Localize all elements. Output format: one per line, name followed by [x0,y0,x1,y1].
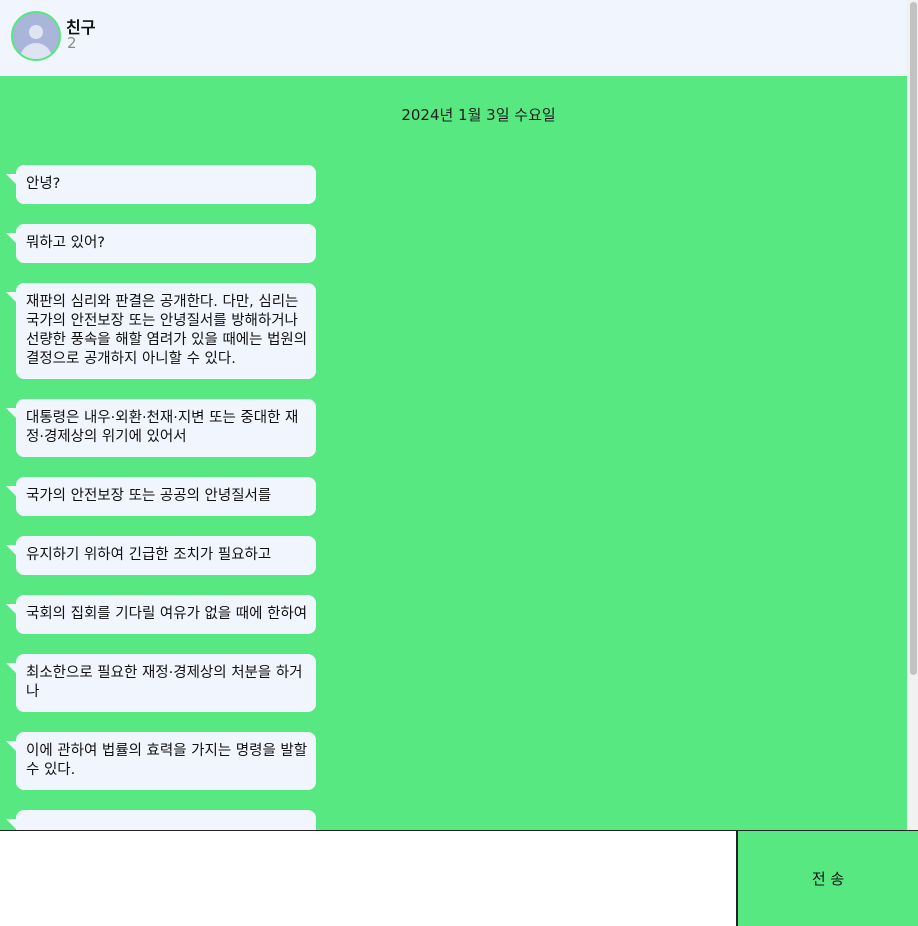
message-text: 대통령은 내우·외환·천재·지변 또는 중대한 재정·경제상의 위기에 있어서 [26,410,299,445]
bubble-tail [6,604,16,614]
avatar-head [29,25,43,39]
message-text: 국회의 집회를 기다릴 여유가 없을 때에 한하여 [26,606,308,622]
message-bubble: 재판의 심리와 판결은 공개한다. 다만, 심리는 국가의 안전보장 또는 안녕… [6,283,316,379]
message-bubble: 국가의 안전보장 또는 공공의 안녕질서를 [6,477,316,516]
message-bubble: 이에 관하여 법률의 효력을 가지는 명령을 발할 수 있다. [6,732,316,790]
bubble-tail [6,819,16,829]
message-bubble: 대통령은 내우·외환·천재·지변 또는 중대한 재정·경제상의 위기에 있어서 [6,399,316,457]
bubble-tail [6,233,16,243]
message-text: 유지하기 위하여 긴급한 조치가 필요하고 [26,547,272,563]
message-bubble: 뭐하고 있어? [6,224,316,263]
bubble-tail [6,486,16,496]
bubble-tail [6,174,16,184]
avatar-body [20,43,52,59]
date-divider: 2024년 1월 3일 수요일 [401,106,556,124]
chat-header: 친구 2 [0,0,907,76]
bubble-tail [6,663,16,673]
bubble-tail [6,408,16,418]
message-bubble: 최소한으로 필요한 재정·경제상의 처분을 하거나 [6,654,316,712]
message-bubble: 안녕? [6,165,316,204]
messages-column: 안녕? 뭐하고 있어? 재판의 심리와 판결은 공개한다. 다만, 심리는 국가… [6,165,316,830]
message-text: 재판의 심리와 판결은 공개한다. 다만, 심리는 국가의 안전보장 또는 안녕… [26,294,308,367]
message-bubble [6,810,316,830]
message-list[interactable]: 2024년 1월 3일 수요일 안녕? 뭐하고 있어? 재판의 심리와 판결은 … [0,76,907,830]
bubble-tail [6,292,16,302]
message-text: 이에 관하여 법률의 효력을 가지는 명령을 발할 수 있다. [26,743,308,778]
message-text: 국가의 안전보장 또는 공공의 안녕질서를 [26,488,272,504]
message-text: 안녕? [26,176,61,192]
composer-bar: 전 송 [0,830,918,926]
user-avatar-icon[interactable] [11,11,61,61]
message-text: 최소한으로 필요한 재정·경제상의 처분을 하거나 [26,665,303,700]
member-count: 2 [67,34,77,52]
scrollbar-thumb[interactable] [910,2,917,675]
bubble-tail [6,545,16,555]
bubble-tail [6,741,16,751]
send-button[interactable]: 전 송 [736,831,918,926]
message-input[interactable] [0,831,737,926]
message-bubble: 국회의 집회를 기다릴 여유가 없을 때에 한하여 [6,595,316,634]
message-bubble: 유지하기 위하여 긴급한 조치가 필요하고 [6,536,316,575]
message-text: 뭐하고 있어? [26,235,106,251]
